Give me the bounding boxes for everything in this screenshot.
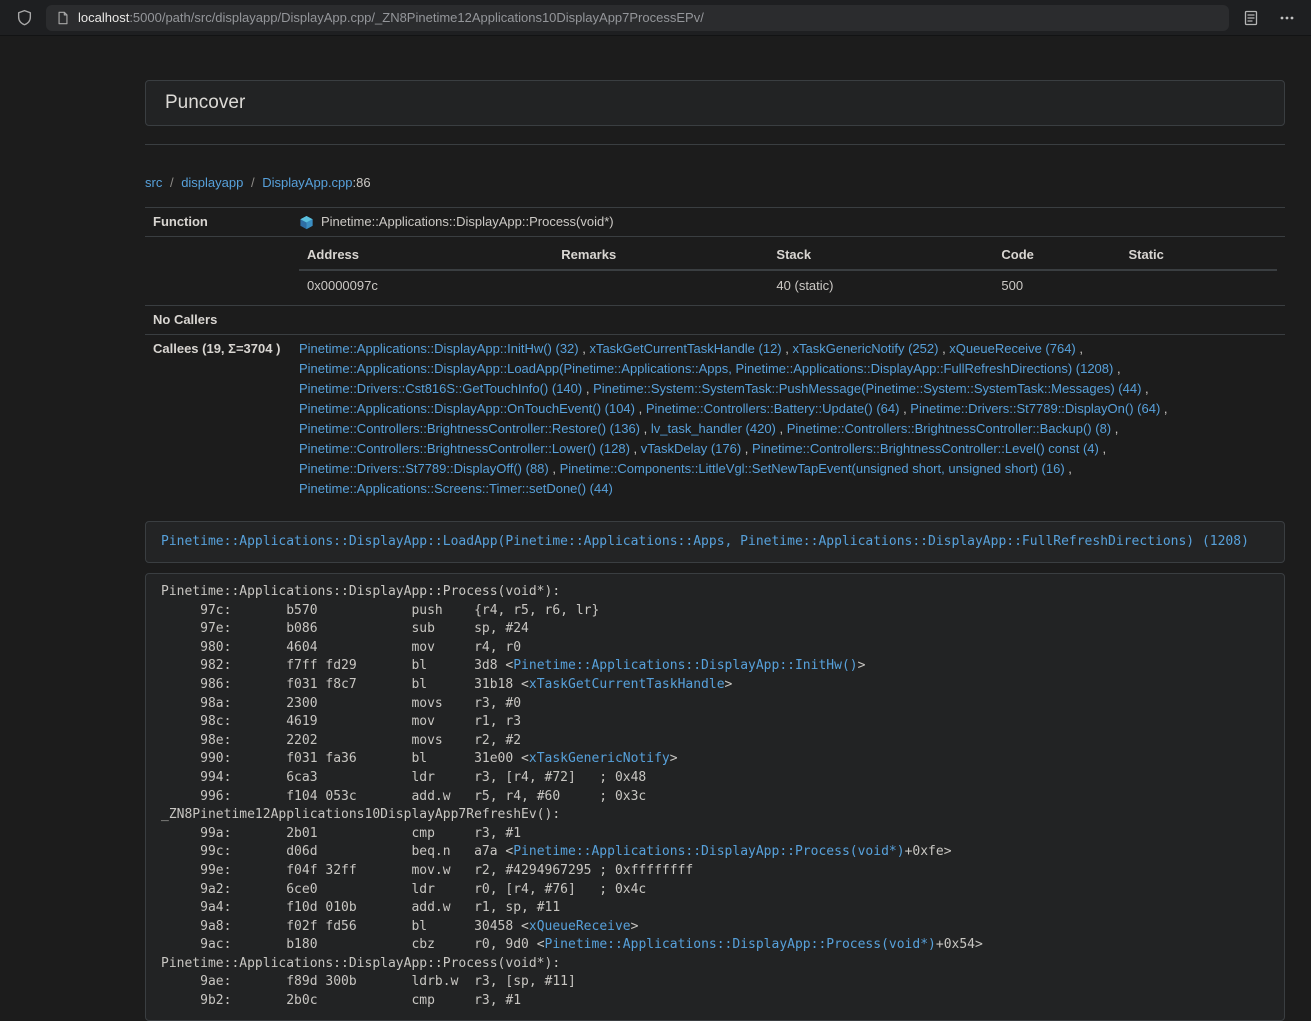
code-symbol-link[interactable]: xTaskGenericNotify: [529, 751, 670, 766]
page-icon: [56, 11, 70, 25]
url-path: :5000/path/src/displayapp/DisplayApp.cpp…: [129, 10, 704, 25]
callees-cell: Pinetime::Applications::DisplayApp::Init…: [291, 335, 1285, 504]
callees-row: Callees (19, Σ=3704 ) Pinetime::Applicat…: [145, 335, 1285, 504]
disassembly: Pinetime::Applications::DisplayApp::Proc…: [145, 573, 1285, 1021]
page-title-panel: Puncover: [145, 80, 1285, 126]
code-symbol-link[interactable]: xTaskGetCurrentTaskHandle: [529, 677, 725, 692]
callee-link[interactable]: Pinetime::Applications::DisplayApp::OnTo…: [299, 401, 635, 416]
tracking-shield-button[interactable]: [10, 4, 38, 32]
code-symbol-link[interactable]: xQueueReceive: [529, 919, 631, 934]
url-host: localhost: [78, 10, 129, 25]
no-callers-row: No Callers: [145, 306, 1285, 335]
details-row-spacer: [145, 237, 291, 306]
function-row-label: Function: [145, 208, 291, 237]
callee-link[interactable]: Pinetime::Controllers::BrightnessControl…: [752, 441, 1099, 456]
callee-link[interactable]: Pinetime::Controllers::BrightnessControl…: [299, 441, 630, 456]
callee-link[interactable]: Pinetime::Controllers::Battery::Update()…: [646, 401, 900, 416]
menu-button[interactable]: [1273, 4, 1301, 32]
callee-link[interactable]: Pinetime::Drivers::Cst816S::GetTouchInfo…: [299, 381, 582, 396]
callee-link[interactable]: Pinetime::Drivers::St7789::DisplayOff() …: [299, 461, 549, 476]
callee-link[interactable]: Pinetime::Controllers::BrightnessControl…: [787, 421, 1111, 436]
function-row: Function Pinetime::Applications::Display…: [145, 208, 1285, 237]
column-header-stack: Stack: [768, 241, 993, 270]
callee-link[interactable]: vTaskDelay (176): [641, 441, 741, 456]
callee-link[interactable]: Pinetime::Drivers::St7789::DisplayOn() (…: [910, 401, 1160, 416]
stack-value: 40 (static): [768, 270, 993, 301]
url-bar[interactable]: localhost:5000/path/src/displayapp/Displ…: [46, 5, 1229, 31]
menu-ellipsis-icon: [1279, 10, 1295, 26]
callee-link[interactable]: Pinetime::Applications::Screens::Timer::…: [299, 481, 613, 496]
callee-link[interactable]: xTaskGenericNotify (252): [793, 341, 939, 356]
no-callers-label: No Callers: [145, 306, 291, 335]
details-header-row: Address Remarks Stack Code Static: [299, 241, 1277, 270]
function-name: Pinetime::Applications::DisplayApp::Proc…: [321, 212, 614, 232]
callee-link[interactable]: Pinetime::Controllers::BrightnessControl…: [299, 421, 640, 436]
details-values-row: 0x0000097c 40 (static) 500: [299, 270, 1277, 301]
page-title: Puncover: [165, 92, 1265, 114]
code-symbol-link[interactable]: Pinetime::Applications::DisplayApp::Proc…: [545, 937, 936, 952]
static-value: [1120, 270, 1277, 301]
code-symbol-link[interactable]: Pinetime::Applications::DisplayApp::Init…: [513, 658, 857, 673]
callee-link[interactable]: lv_task_handler (420): [651, 421, 776, 436]
code-value: 500: [993, 270, 1120, 301]
column-header-static: Static: [1120, 241, 1277, 270]
breadcrumb-line-number: :86: [353, 175, 371, 190]
breadcrumb-link[interactable]: displayapp: [181, 175, 243, 190]
reader-mode-button[interactable]: [1237, 4, 1265, 32]
function-table: Function Pinetime::Applications::Display…: [145, 207, 1285, 503]
breadcrumb-separator: /: [162, 175, 181, 190]
callee-link[interactable]: Pinetime::System::SystemTask::PushMessag…: [593, 381, 1141, 396]
highlighted-callee-link[interactable]: Pinetime::Applications::DisplayApp::Load…: [161, 534, 1249, 549]
shield-icon: [16, 9, 33, 26]
reader-mode-icon: [1243, 10, 1259, 26]
highlighted-callee-panel: Pinetime::Applications::DisplayApp::Load…: [145, 521, 1285, 563]
column-header-remarks: Remarks: [553, 241, 768, 270]
breadcrumb-link[interactable]: src: [145, 175, 162, 190]
url-text: localhost:5000/path/src/displayapp/Displ…: [78, 10, 704, 25]
details-row: Address Remarks Stack Code Static 0x0000…: [145, 237, 1285, 306]
callee-link[interactable]: xQueueReceive (764): [949, 341, 1075, 356]
callee-link[interactable]: Pinetime::Applications::DisplayApp::Init…: [299, 341, 579, 356]
column-header-address: Address: [299, 241, 553, 270]
column-header-code: Code: [993, 241, 1120, 270]
breadcrumb: src / displayapp / DisplayApp.cpp:86: [145, 173, 1285, 193]
callee-link[interactable]: Pinetime::Components::LittleVgl::SetNewT…: [560, 461, 1065, 476]
details-table: Address Remarks Stack Code Static 0x0000…: [299, 241, 1277, 301]
code-symbol-link[interactable]: Pinetime::Applications::DisplayApp::Proc…: [513, 844, 904, 859]
symbol-type-icon: [299, 215, 314, 230]
divider: [145, 144, 1285, 145]
address-value: 0x0000097c: [299, 270, 553, 301]
breadcrumb-separator: /: [243, 175, 262, 190]
breadcrumb-link[interactable]: DisplayApp.cpp: [262, 175, 352, 190]
page-container: Puncover src / displayapp / DisplayApp.c…: [145, 80, 1285, 1021]
browser-toolbar: localhost:5000/path/src/displayapp/Displ…: [0, 0, 1311, 36]
remarks-value: [553, 270, 768, 301]
callee-link[interactable]: Pinetime::Applications::DisplayApp::Load…: [299, 361, 1113, 376]
callee-link[interactable]: xTaskGetCurrentTaskHandle (12): [589, 341, 781, 356]
callees-label: Callees (19, Σ=3704 ): [145, 335, 291, 504]
